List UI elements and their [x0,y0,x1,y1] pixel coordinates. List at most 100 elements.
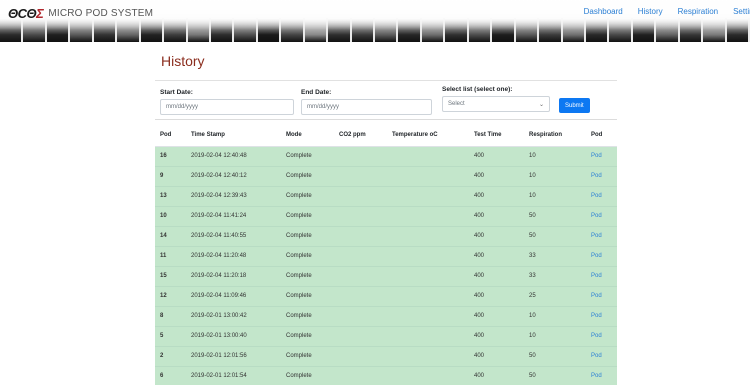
cell-temperature [387,365,469,385]
nav-dashboard[interactable]: Dashboard [584,7,623,16]
cell-respiration: 50 [524,205,586,226]
cell-mode: Complete [281,265,334,286]
table-row: 11 2019-02-04 11:20:48 Complete 400 33 Pod [155,245,617,266]
cell-test-time: 400 [469,225,524,246]
pod-link[interactable]: Pod [591,373,602,379]
logo: ΘCΘΣ [8,6,44,21]
cell-pod-link: Pod [586,345,617,366]
cell-pod: 2 [155,345,186,366]
cell-test-time: 400 [469,365,524,385]
cell-mode: Complete [281,345,334,366]
col-temperature[interactable]: Temperature oC [387,125,469,147]
brand[interactable]: ΘCΘΣ MICRO POD SYSTEM [8,6,153,21]
cell-temperature [387,305,469,326]
table-row: 14 2019-02-04 11:40:55 Complete 400 50 Pod [155,225,617,246]
cell-timestamp: 2019-02-01 12:01:56 [186,345,281,366]
cell-pod: 12 [155,285,186,306]
cell-respiration: 50 [524,365,586,385]
cell-temperature [387,165,469,186]
cell-temperature [387,185,469,206]
cell-pod: 13 [155,185,186,206]
list-select[interactable]: Select ⌄ [442,96,550,112]
divider [155,80,617,81]
col-timestamp[interactable]: Time Stamp [186,125,281,147]
cell-pod-link: Pod [586,305,617,326]
cell-test-time: 400 [469,305,524,326]
cell-pod-link: Pod [586,225,617,246]
cell-pod: 8 [155,305,186,326]
table-row: 15 2019-02-04 11:20:18 Complete 400 33 Pod [155,265,617,286]
submit-button[interactable]: Submit [559,98,590,113]
cell-pod-link: Pod [586,325,617,346]
nav-respiration[interactable]: Respiration [678,7,718,16]
cell-mode: Complete [281,225,334,246]
cell-co2 [334,205,387,226]
pod-link[interactable]: Pod [591,233,602,239]
chevron-down-icon: ⌄ [538,101,544,108]
cell-pod: 16 [155,145,186,166]
col-respiration[interactable]: Respiration [524,125,586,147]
cell-co2 [334,345,387,366]
cell-respiration: 10 [524,325,586,346]
cell-test-time: 400 [469,285,524,306]
table-row: 5 2019-02-01 13:00:40 Complete 400 10 Pod [155,325,617,346]
nav-settings[interactable]: Settings [733,7,750,16]
cell-temperature [387,345,469,366]
cell-pod-link: Pod [586,265,617,286]
cell-pod: 9 [155,165,186,186]
table-row: 12 2019-02-04 11:09:46 Complete 400 25 Pod [155,285,617,306]
cell-respiration: 10 [524,305,586,326]
pod-link[interactable]: Pod [591,293,602,299]
table-row: 2 2019-02-01 12:01:56 Complete 400 50 Pod [155,345,617,366]
pod-link[interactable]: Pod [591,153,602,159]
cell-timestamp: 2019-02-04 11:40:55 [186,225,281,246]
pod-link[interactable]: Pod [591,333,602,339]
end-date-field: End Date: mm/dd/yyyy [301,89,432,115]
cell-pod-link: Pod [586,165,617,186]
cell-pod: 10 [155,205,186,226]
start-date-input[interactable]: mm/dd/yyyy [160,99,294,115]
cell-respiration: 25 [524,285,586,306]
cell-respiration: 50 [524,345,586,366]
cell-pod: 15 [155,265,186,286]
cell-pod-link: Pod [586,145,617,166]
cell-test-time: 400 [469,205,524,226]
cell-co2 [334,325,387,346]
pod-link[interactable]: Pod [591,313,602,319]
table-row: 6 2019-02-01 12:01:54 Complete 400 50 Pod [155,365,617,385]
cell-timestamp: 2019-02-01 13:00:40 [186,325,281,346]
cell-test-time: 400 [469,145,524,166]
pod-link[interactable]: Pod [591,193,602,199]
cell-respiration: 10 [524,145,586,166]
end-date-input[interactable]: mm/dd/yyyy [301,99,432,115]
cell-respiration: 33 [524,265,586,286]
cell-temperature [387,145,469,166]
col-mode[interactable]: Mode [281,125,334,147]
cell-mode: Complete [281,165,334,186]
divider [155,119,617,120]
cell-timestamp: 2019-02-04 11:41:24 [186,205,281,226]
cell-test-time: 400 [469,345,524,366]
pod-link[interactable]: Pod [591,273,602,279]
cell-pod: 5 [155,325,186,346]
col-co2[interactable]: CO2 ppm [334,125,387,147]
col-pod[interactable]: Pod [155,125,186,147]
col-pod-link[interactable]: Pod [586,125,617,147]
cell-temperature [387,225,469,246]
cell-mode: Complete [281,185,334,206]
pod-link[interactable]: Pod [591,173,602,179]
col-test-time[interactable]: Test Time [469,125,524,147]
header-banner: ΘCΘΣ MICRO POD SYSTEM Dashboard History … [0,0,750,42]
cell-respiration: 10 [524,165,586,186]
nav-history[interactable]: History [638,7,663,16]
pod-link[interactable]: Pod [591,353,602,359]
cell-mode: Complete [281,325,334,346]
cell-pod-link: Pod [586,185,617,206]
cell-co2 [334,285,387,306]
pod-link[interactable]: Pod [591,253,602,259]
pod-link[interactable]: Pod [591,213,602,219]
cell-timestamp: 2019-02-04 11:20:18 [186,265,281,286]
cell-timestamp: 2019-02-04 12:39:43 [186,185,281,206]
table-row: 9 2019-02-04 12:40:12 Complete 400 10 Pod [155,165,617,186]
cell-co2 [334,265,387,286]
